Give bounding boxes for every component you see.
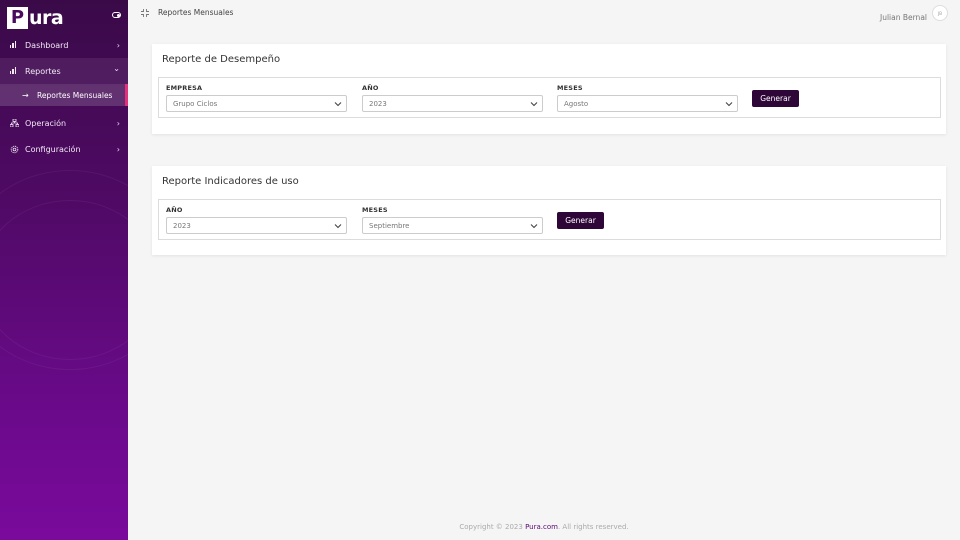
- chevron-down-icon: [334, 224, 342, 229]
- avatar[interactable]: JB: [932, 5, 948, 21]
- topbar: Reportes Mensuales Julian Bernal JB: [128, 0, 960, 28]
- sidebar-item-operacion[interactable]: Operación ›: [0, 110, 128, 136]
- sitemap-icon: [9, 118, 20, 128]
- toggle-icon[interactable]: [112, 12, 121, 18]
- sidebar-item-label: Configuración: [25, 144, 81, 154]
- field-label: AÑO: [362, 84, 379, 92]
- bar-chart-icon: [10, 67, 18, 75]
- bar-chart-icon: [10, 41, 18, 49]
- select-value: Septiembre: [369, 221, 410, 230]
- select-value: Agosto: [564, 99, 589, 108]
- sidebar-item-dashboard[interactable]: Dashboard ›: [0, 32, 128, 58]
- breadcrumb: Reportes Mensuales: [158, 8, 234, 17]
- chevron-down-icon: ⌄: [113, 64, 120, 73]
- select-value: 2023: [369, 99, 387, 108]
- arrow-right-icon: →: [22, 90, 29, 100]
- sidebar-subitem-reportes-mensuales[interactable]: → Reportes Mensuales: [0, 84, 128, 106]
- user-name[interactable]: Julian Bernal: [880, 13, 927, 22]
- generate-usage-button[interactable]: Generar: [557, 212, 604, 229]
- field-label: MESES: [362, 206, 388, 214]
- empresa-select[interactable]: Grupo Ciclos: [166, 95, 347, 112]
- sidebar-item-label: Reportes: [25, 66, 61, 76]
- chevron-right-icon: ›: [116, 40, 120, 50]
- footer: Copyright © 2023 Pura.com. All rights re…: [128, 523, 960, 531]
- chevron-down-icon: [725, 102, 733, 107]
- form-panel: AÑO 2023 MESES Septiembre Generar: [158, 199, 941, 240]
- anio-select[interactable]: 2023: [166, 217, 347, 234]
- sidebar-item-configuracion[interactable]: Configuración ›: [0, 136, 128, 162]
- anio-field: AÑO 2023: [362, 84, 543, 112]
- decorative-pattern: [0, 200, 128, 360]
- field-label: MESES: [557, 84, 583, 92]
- chevron-down-icon: [530, 224, 538, 229]
- anio-field: AÑO 2023: [166, 206, 347, 234]
- usage-report-card: Reporte Indicadores de uso AÑO 2023 MESE…: [152, 166, 946, 255]
- select-value: Grupo Ciclos: [173, 99, 218, 108]
- sidebar-item-label: Operación: [25, 118, 67, 128]
- sidebar-subitem-label: Reportes Mensuales: [37, 90, 113, 100]
- gear-icon: [10, 145, 19, 154]
- meses-field: MESES Agosto: [557, 84, 738, 112]
- chevron-down-icon: [334, 102, 342, 107]
- form-panel: EMPRESA Grupo Ciclos AÑO 2023 MESES Agos…: [158, 77, 941, 118]
- expand-icon[interactable]: [141, 9, 149, 17]
- card-title: Reporte de Desempeño: [162, 54, 281, 65]
- chevron-right-icon: ›: [116, 144, 120, 154]
- footer-brand-link[interactable]: Pura.com: [525, 523, 558, 531]
- logo[interactable]: P ura: [7, 7, 64, 29]
- select-value: 2023: [173, 221, 191, 230]
- footer-copyright: Copyright © 2023: [459, 523, 526, 531]
- meses-field: MESES Septiembre: [362, 206, 543, 234]
- sidebar-item-reportes[interactable]: Reportes ⌄: [0, 58, 128, 84]
- generate-performance-button[interactable]: Generar: [752, 90, 799, 107]
- field-label: EMPRESA: [166, 84, 203, 92]
- card-title: Reporte Indicadores de uso: [162, 176, 299, 187]
- sidebar: P ura Dashboard › Reportes ⌄ → Reportes …: [0, 0, 128, 540]
- footer-rights: . All rights reserved.: [557, 523, 629, 531]
- logo-mark: P: [7, 7, 28, 29]
- anio-select[interactable]: 2023: [362, 95, 543, 112]
- meses-select[interactable]: Septiembre: [362, 217, 543, 234]
- field-label: AÑO: [166, 206, 183, 214]
- chevron-down-icon: [530, 102, 538, 107]
- sidebar-item-label: Dashboard: [25, 40, 69, 50]
- empresa-field: EMPRESA Grupo Ciclos: [166, 84, 347, 112]
- logo-text: ura: [29, 7, 64, 29]
- meses-select[interactable]: Agosto: [557, 95, 738, 112]
- chevron-right-icon: ›: [116, 118, 120, 128]
- performance-report-card: Reporte de Desempeño EMPRESA Grupo Ciclo…: [152, 44, 946, 134]
